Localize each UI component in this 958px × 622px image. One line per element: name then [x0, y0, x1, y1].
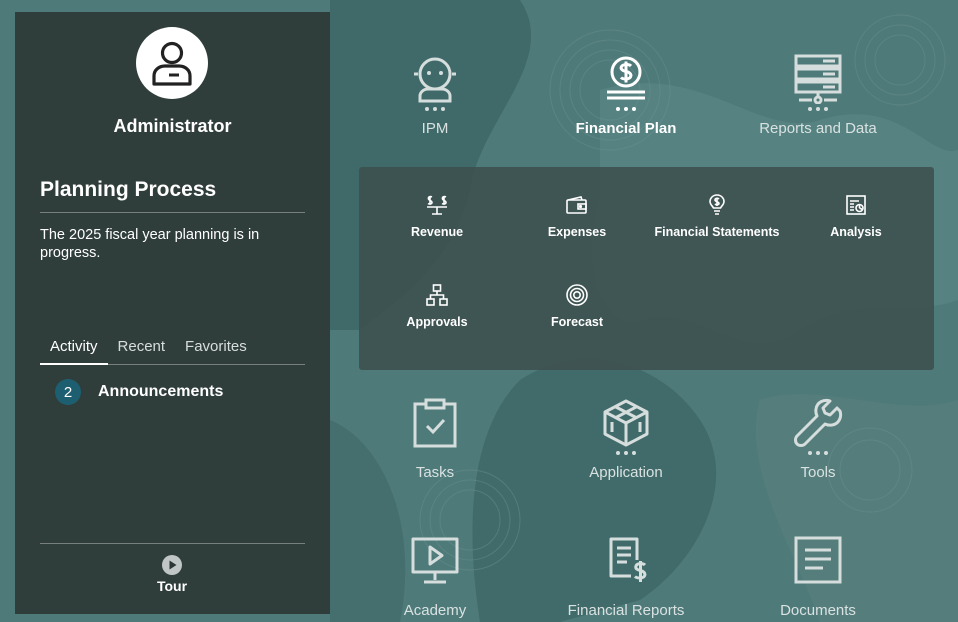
submenu-revenue-label: Revenue — [410, 225, 464, 239]
nav-financial-plan-label: Financial Plan — [575, 120, 677, 137]
nav-reports-and-data[interactable]: Reports and Data — [733, 48, 903, 137]
nav-reports-and-data-label: Reports and Data — [759, 120, 877, 137]
tab-favorites[interactable]: Favorites — [175, 336, 257, 365]
tab-activity[interactable]: Activity — [40, 336, 108, 365]
submenu-financial-statements-label: Financial Statements — [654, 225, 780, 239]
monitor-play-icon — [411, 537, 459, 584]
nav-tools[interactable]: Tools — [733, 392, 903, 481]
wrench-icon — [794, 398, 843, 447]
target-icon — [566, 284, 588, 306]
announcements-label: Announcements — [98, 383, 224, 400]
submenu-forecast[interactable]: Forecast — [507, 281, 647, 329]
tour-label: Tour — [156, 578, 188, 594]
submenu-forecast-label: Forecast — [550, 315, 604, 329]
nav-tasks-label: Tasks — [415, 464, 455, 481]
nav-tasks[interactable]: Tasks — [350, 392, 520, 481]
divider — [40, 364, 305, 365]
submenu-expenses-label: Expenses — [547, 225, 607, 239]
nav-application-label: Application — [589, 464, 663, 481]
scale-dollar-icon — [427, 195, 447, 215]
welcome-panel: Administrator Planning Process The 2025 … — [15, 12, 330, 614]
submenu-analysis-label: Analysis — [830, 225, 882, 239]
server-icon — [794, 54, 842, 104]
nav-documents[interactable]: Documents — [733, 530, 903, 619]
submenu-financial-statements[interactable]: Financial Statements — [647, 191, 787, 239]
nav-application[interactable]: Application — [541, 392, 711, 481]
submenu-approvals[interactable]: Approvals — [367, 281, 507, 329]
nav-ipm[interactable]: IPM — [350, 48, 520, 137]
more-dots-icon — [616, 451, 636, 455]
hierarchy-icon — [426, 284, 448, 306]
submenu-analysis[interactable]: Analysis — [786, 191, 926, 239]
nav-academy-label: Academy — [403, 602, 467, 619]
play-icon — [162, 555, 182, 575]
more-dots-icon — [808, 107, 828, 111]
submenu-revenue[interactable]: Revenue — [367, 191, 507, 239]
user-icon — [152, 41, 192, 86]
nav-tools-label: Tools — [800, 464, 836, 481]
announcements-item[interactable]: 2 Announcements — [55, 379, 223, 405]
announcements-count-badge: 2 — [55, 379, 81, 405]
nav-financial-plan[interactable]: Financial Plan — [541, 48, 711, 137]
cube-icon — [603, 399, 649, 447]
more-dots-icon — [425, 107, 445, 111]
user-name: Administrator — [113, 116, 232, 136]
more-dots-icon — [616, 107, 636, 111]
submenu-approvals-label: Approvals — [406, 315, 468, 329]
divider — [40, 212, 305, 213]
nav-financial-reports-label: Financial Reports — [567, 602, 685, 619]
tour-button[interactable]: Tour — [142, 554, 202, 594]
planning-process-message: The 2025 fiscal year planning is in prog… — [40, 227, 260, 261]
clipboard-check-icon — [413, 398, 457, 448]
avatar[interactable] — [136, 27, 208, 99]
report-dollar-icon — [609, 537, 647, 582]
nav-financial-reports[interactable]: Financial Reports — [541, 530, 711, 619]
divider — [40, 543, 305, 544]
more-dots-icon — [808, 451, 828, 455]
dollar-icon — [607, 56, 645, 100]
submenu-expenses[interactable]: Expenses — [507, 191, 647, 239]
chart-icon — [846, 195, 866, 215]
wallet-icon — [566, 196, 587, 214]
robot-icon — [414, 57, 456, 103]
nav-ipm-label: IPM — [421, 120, 449, 137]
document-icon — [794, 536, 842, 584]
activity-tabs: Activity Recent Favorites — [40, 336, 257, 365]
lightbulb-icon — [709, 194, 725, 215]
planning-process-title: Planning Process — [40, 178, 217, 201]
financial-plan-submenu: Revenue Expenses Financial Statements An… — [359, 167, 934, 370]
nav-academy[interactable]: Academy — [350, 530, 520, 619]
nav-documents-label: Documents — [780, 602, 856, 619]
tab-recent[interactable]: Recent — [108, 336, 176, 365]
